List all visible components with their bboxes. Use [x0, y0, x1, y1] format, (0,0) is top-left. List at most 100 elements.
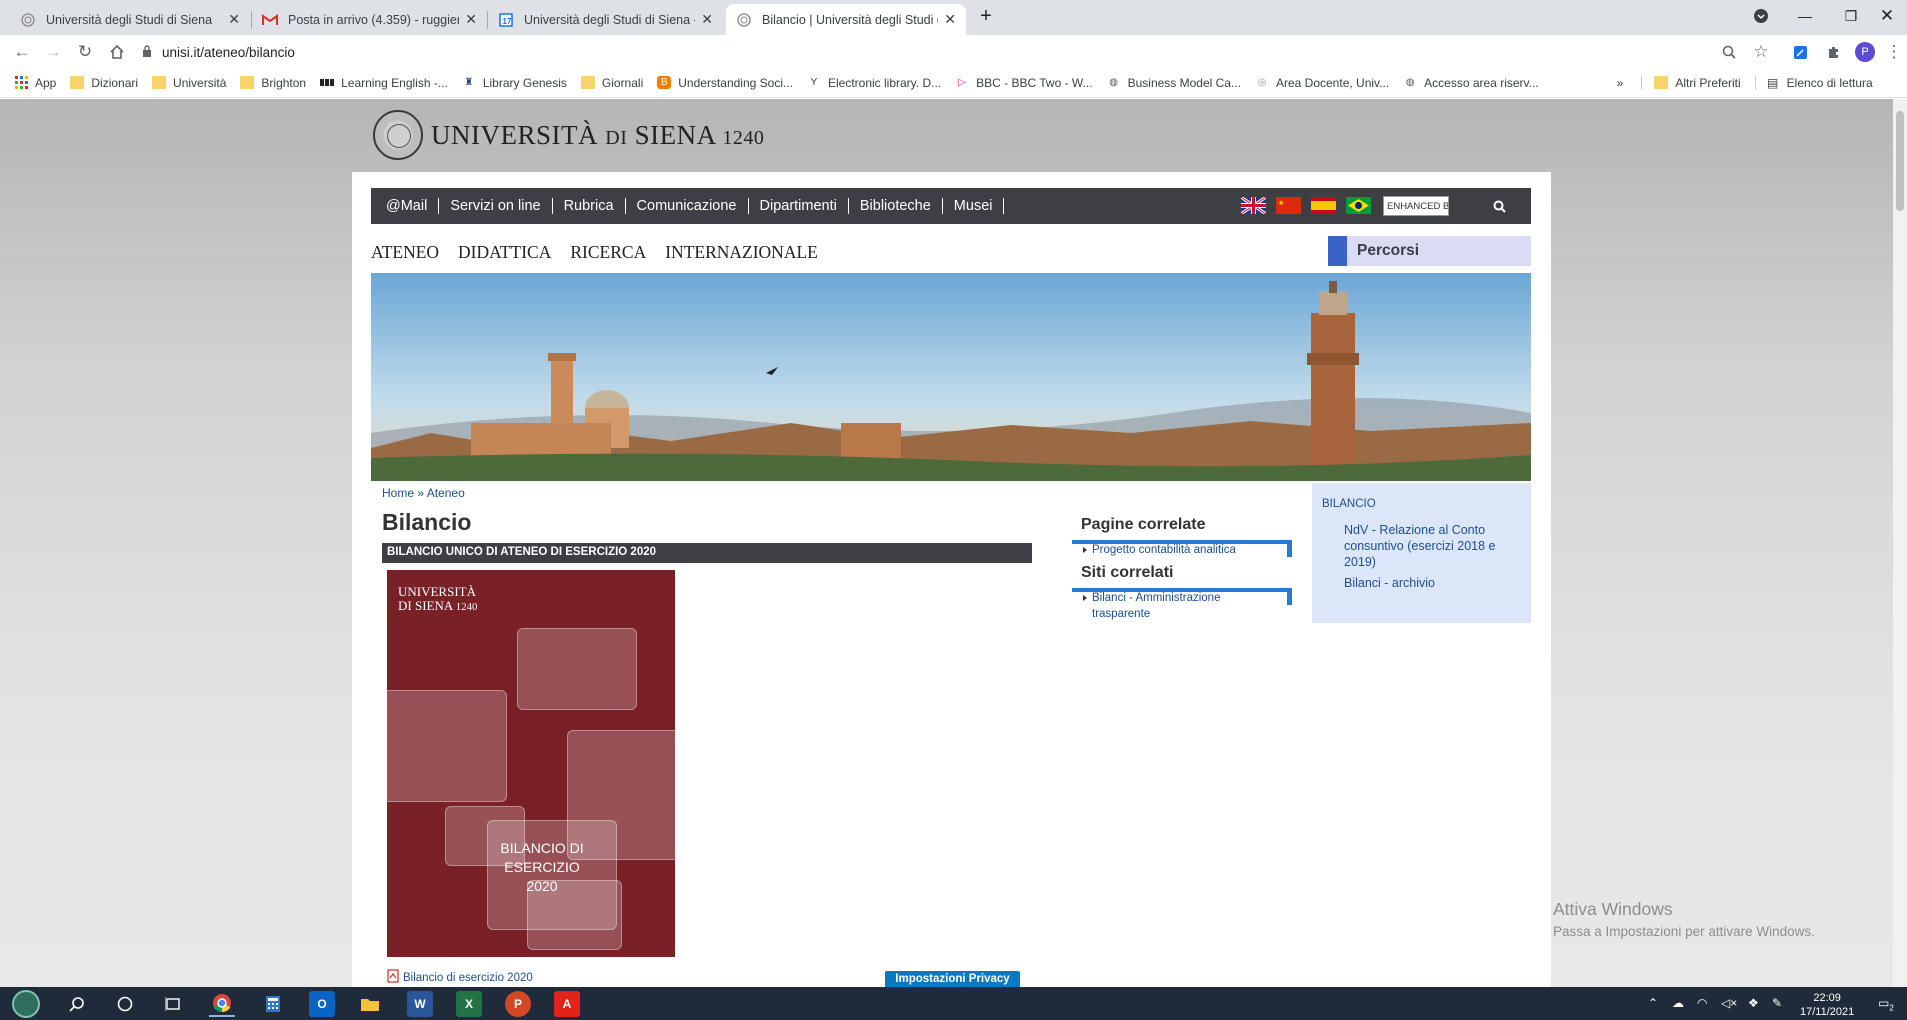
search-icon[interactable]: [64, 991, 90, 1017]
bilancio-cover-image[interactable]: UNIVERSITÀ DI SIENA 1240 BILANCIO DI ESERC…: [387, 570, 675, 957]
close-tab-icon[interactable]: ✕: [465, 11, 477, 28]
bookmark-universita[interactable]: Università: [152, 76, 226, 90]
volume-muted-icon[interactable]: ◁×: [1721, 996, 1737, 1010]
cover-caption: BILANCIO DI ESERCIZIO 2020: [500, 840, 584, 894]
tab-calendar[interactable]: 17 Università degli Studi di Siena - C ✕: [488, 4, 723, 35]
bookmarks-overflow-icon[interactable]: »: [1617, 76, 1624, 90]
onedrive-icon[interactable]: ☁: [1672, 996, 1684, 1010]
nav-mail[interactable]: @Mail: [371, 198, 440, 214]
back-icon[interactable]: ←: [10, 40, 34, 64]
excel-icon[interactable]: X: [456, 991, 482, 1017]
reload-icon[interactable]: ↻: [73, 40, 97, 64]
pdf-download-link[interactable]: Bilancio di esercizio 2020: [387, 969, 533, 986]
forward-icon[interactable]: →: [41, 40, 65, 64]
unisi-seal-icon: [736, 12, 752, 28]
bookmark-dizionari[interactable]: Dizionari: [70, 76, 138, 90]
breadcrumb-ateneo[interactable]: Ateneo: [427, 486, 465, 500]
start-icon[interactable]: [10, 989, 42, 1019]
nav-servizi-online[interactable]: Servizi on line: [439, 198, 553, 214]
acrobat-icon[interactable]: A: [554, 991, 580, 1017]
breadcrumb-home[interactable]: Home: [382, 486, 414, 500]
reading-list-button[interactable]: ▤ Elenco di lettura: [1754, 75, 1873, 90]
new-tab-button[interactable]: +: [971, 0, 1001, 32]
chrome-icon[interactable]: [209, 991, 235, 1017]
network-icon[interactable]: ◠: [1697, 996, 1707, 1010]
powerpoint-icon[interactable]: P: [505, 991, 531, 1017]
tab-gmail[interactable]: Posta in arrivo (4.359) - ruggiero ✕: [252, 4, 487, 35]
lock-icon: [142, 44, 152, 60]
address-bar[interactable]: unisi.it/ateneo/bilancio: [142, 39, 1777, 65]
outlook-icon[interactable]: O: [309, 991, 335, 1017]
bookmark-bbc-two[interactable]: ▷ BBC - BBC Two - W...: [955, 76, 1092, 90]
tab-unisi-home[interactable]: Università degli Studi di Siena ✕: [10, 4, 250, 35]
bookmark-altri-preferiti[interactable]: Altri Preferiti: [1641, 75, 1741, 90]
home-icon[interactable]: [105, 40, 129, 64]
nav-musei[interactable]: Musei: [943, 198, 1005, 214]
bbc-iplayer-icon: ▷: [958, 77, 966, 88]
folder-icon: [1654, 76, 1669, 89]
page-scrollbar[interactable]: [1893, 99, 1907, 987]
related-page-link[interactable]: Progetto contabilità analitica: [1072, 542, 1292, 558]
bookmark-electronic-library[interactable]: Y Electronic library. D...: [807, 76, 941, 90]
site-search-input[interactable]: ENHANCED BY: [1383, 196, 1449, 216]
nav-dipartimenti[interactable]: Dipartimenti: [749, 198, 849, 214]
uk-flag-icon[interactable]: [1241, 197, 1266, 214]
svg-text:17: 17: [503, 17, 512, 26]
notifications-icon[interactable]: ▭2: [1878, 996, 1894, 1012]
bookmark-giornali[interactable]: Giornali: [580, 76, 643, 90]
file-explorer-icon[interactable]: [357, 991, 383, 1017]
sidebar-item-bilanci-archivio[interactable]: Bilanci - archivio: [1344, 575, 1514, 591]
china-flag-icon[interactable]: ★: [1276, 197, 1301, 214]
bookmark-app[interactable]: App: [14, 76, 56, 90]
word-icon[interactable]: W: [407, 991, 433, 1017]
tab-bilancio[interactable]: Bilancio | Università degli Studi d ✕: [726, 4, 966, 35]
task-view-icon[interactable]: [160, 991, 186, 1017]
close-tab-icon[interactable]: ✕: [944, 11, 956, 28]
dropbox-icon[interactable]: ❖: [1748, 996, 1759, 1010]
bookmark-area-docente[interactable]: ◎ Area Docente, Univ...: [1255, 76, 1390, 90]
tab-search-icon[interactable]: [1738, 0, 1784, 32]
tab-title: Posta in arrivo (4.359) - ruggiero: [288, 12, 460, 27]
scrollbar-thumb[interactable]: [1896, 111, 1904, 211]
menu-internazionale[interactable]: INTERNAZIONALE: [665, 242, 818, 263]
zoom-icon[interactable]: [1717, 40, 1741, 64]
profile-avatar[interactable]: P: [1853, 40, 1877, 64]
calculator-icon[interactable]: [260, 991, 286, 1017]
privacy-settings-button[interactable]: Impostazioni Privacy: [885, 971, 1020, 988]
menu-ricerca[interactable]: RICERCA: [570, 242, 646, 263]
cortana-icon[interactable]: [112, 991, 138, 1017]
kebab-menu-icon[interactable]: ⋮: [1885, 40, 1903, 64]
taskbar-clock[interactable]: 22:09 17/11/2021: [1800, 991, 1854, 1019]
close-tab-icon[interactable]: ✕: [228, 11, 240, 28]
extensions-puzzle-icon[interactable]: [1821, 40, 1845, 64]
bookmark-accesso-area[interactable]: ◍ Accesso area riserv...: [1403, 76, 1539, 90]
close-tab-icon[interactable]: ✕: [701, 11, 713, 28]
nav-rubrica[interactable]: Rubrica: [553, 198, 626, 214]
show-hidden-icons[interactable]: ⌃: [1648, 996, 1658, 1010]
tab-title: Università degli Studi di Siena - C: [524, 12, 696, 27]
bookmark-library-genesis[interactable]: ♜ Library Genesis: [462, 76, 567, 90]
blogger-icon: B: [657, 76, 672, 89]
bookmark-star-icon[interactable]: ☆: [1749, 40, 1773, 64]
spain-flag-icon[interactable]: [1311, 197, 1336, 214]
sidebar-item-ndv-relazione[interactable]: NdV - Relazione al Conto consuntivo (ese…: [1344, 522, 1514, 570]
bookmark-business-model[interactable]: ◍ Business Model Ca...: [1107, 76, 1241, 90]
related-site-link[interactable]: Bilanci - Amministrazione trasparente: [1072, 590, 1232, 622]
bookmark-brighton[interactable]: Brighton: [240, 76, 306, 90]
bookmark-learning-english[interactable]: Learning English -...: [320, 76, 448, 90]
nav-comunicazione[interactable]: Comunicazione: [626, 198, 749, 214]
menu-ateneo[interactable]: ATENEO: [371, 242, 439, 263]
percorsi-tab[interactable]: Percorsi: [1328, 236, 1531, 266]
url-text: unisi.it/ateneo/bilancio: [162, 44, 295, 60]
brazil-flag-icon[interactable]: [1346, 197, 1371, 214]
search-icon[interactable]: [1489, 196, 1509, 216]
menu-didattica[interactable]: DIDATTICA: [458, 242, 551, 263]
pen-icon[interactable]: ✎: [1772, 996, 1782, 1010]
close-window-icon[interactable]: ✕: [1867, 0, 1907, 32]
folder-icon: [240, 76, 255, 89]
nav-biblioteche[interactable]: Biblioteche: [849, 198, 943, 214]
bookmark-understanding-soci[interactable]: B Understanding Soci...: [657, 76, 793, 90]
extension-edit-icon[interactable]: [1788, 40, 1812, 64]
site-logo[interactable]: UNIVERSITÀ DI SIENA 1240: [373, 109, 764, 161]
minimize-icon[interactable]: —: [1782, 0, 1828, 32]
